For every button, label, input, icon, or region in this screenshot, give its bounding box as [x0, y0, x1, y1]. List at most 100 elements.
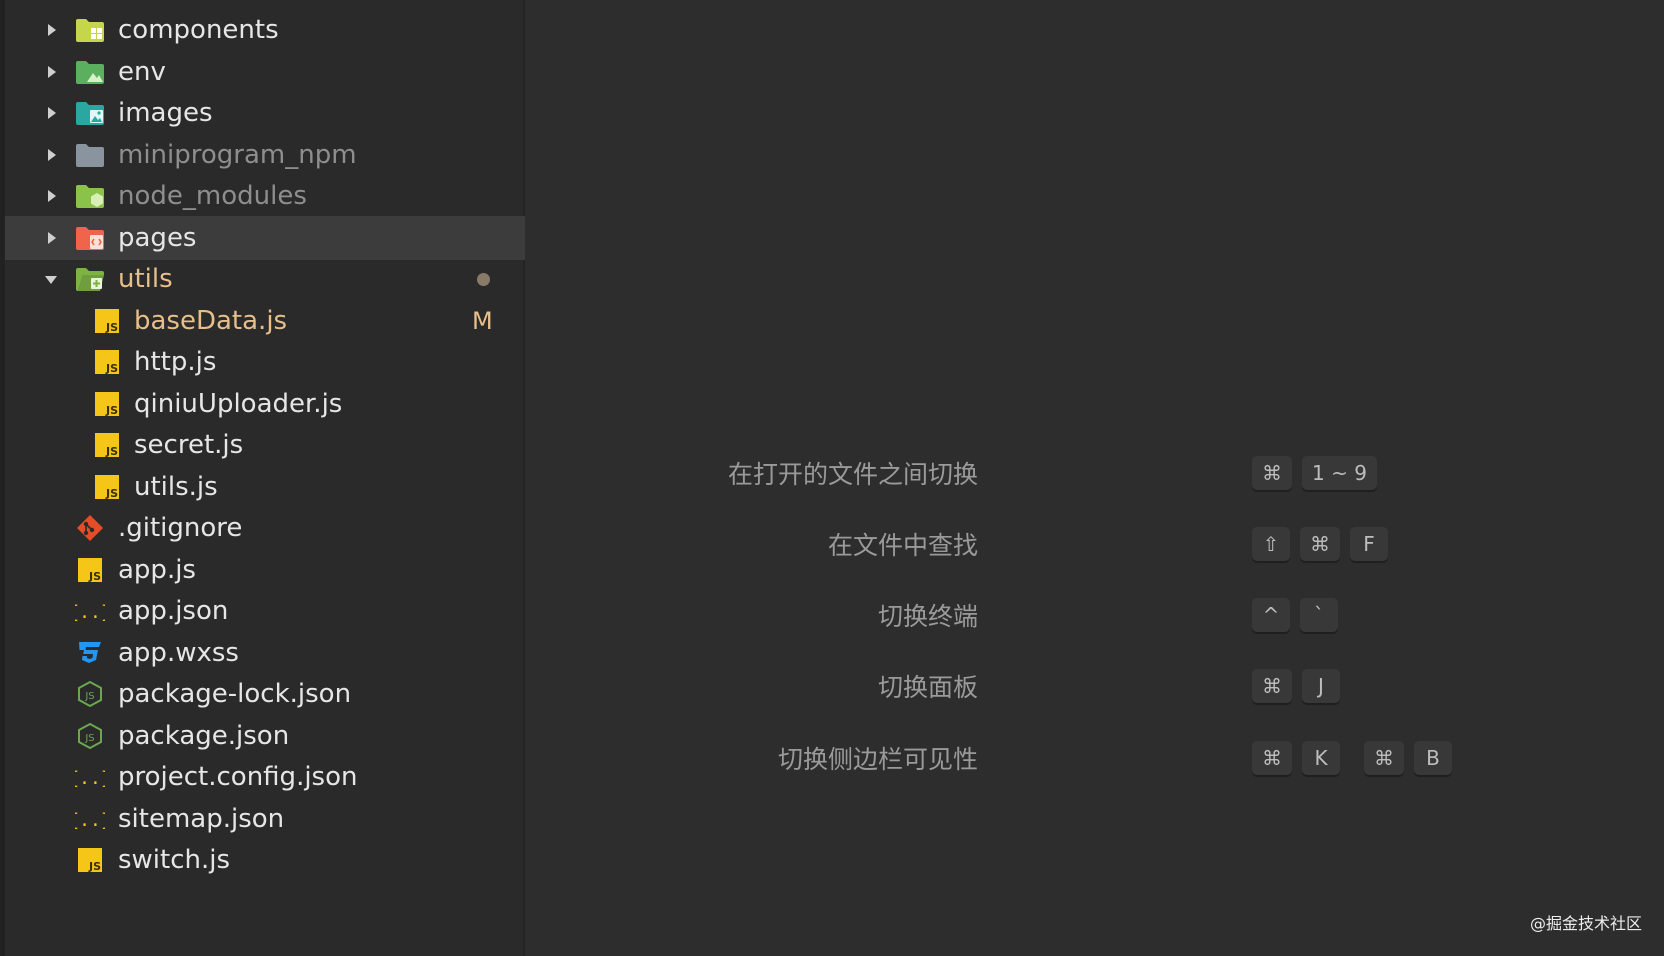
item-label: utils.js	[134, 471, 218, 502]
folder-row[interactable]: components	[5, 8, 525, 52]
item-label: baseData.js	[134, 305, 288, 336]
watermark: @掘金技术社区	[1529, 914, 1642, 933]
keycap: ⇧	[1252, 527, 1290, 561]
file-explorer-sidebar[interactable]: components env images miniprogram_npm node_m…	[5, 0, 525, 956]
item-label: app.wxss	[118, 637, 239, 668]
keycap: ⌘	[1364, 741, 1404, 775]
js-file-icon: JS	[92, 431, 122, 459]
folder-row[interactable]: node_modules	[5, 174, 525, 218]
images-folder-icon	[75, 99, 105, 127]
shortcut-row: 切换面板 ⌘ J	[760, 669, 1500, 709]
pages-folder-icon	[75, 224, 105, 252]
item-label: sitemap.json	[118, 803, 285, 834]
js-file-icon: JS	[92, 307, 122, 335]
item-label: miniprogram_npm	[118, 139, 357, 170]
file-row[interactable]: JS utils.js	[5, 465, 525, 509]
keycap: `	[1300, 598, 1338, 632]
js-file-icon: JS	[75, 556, 105, 584]
file-row[interactable]: app.wxss	[5, 631, 525, 675]
folder-row[interactable]: pages	[5, 215, 525, 260]
js-file-icon: JS	[92, 348, 122, 376]
svg-text:JS: JS	[105, 445, 118, 458]
file-row[interactable]: JS http.js	[5, 340, 525, 384]
svg-text:JS: JS	[84, 691, 94, 702]
chevron-right-icon[interactable]	[48, 148, 56, 161]
json-braces-icon: {..}	[75, 597, 105, 625]
utils-folder-icon	[75, 265, 105, 293]
keycap: B	[1414, 741, 1452, 775]
file-row[interactable]: JS switch.js	[5, 838, 525, 882]
file-row[interactable]: JS app.js	[5, 548, 525, 592]
keycap: ⌘	[1252, 741, 1292, 775]
svg-text:{..}: {..}	[75, 602, 105, 623]
file-row[interactable]: JS baseData.js M	[5, 299, 525, 343]
css-file-icon	[75, 639, 105, 667]
js-file-icon: JS	[92, 390, 122, 418]
file-row[interactable]: JS package-lock.json	[5, 672, 525, 716]
item-label: node_modules	[118, 181, 307, 211]
item-label: secret.js	[134, 430, 244, 460]
chevron-down-icon[interactable]	[45, 276, 57, 284]
file-row[interactable]: .gitignore	[5, 506, 525, 550]
shortcut-label: 切换侧边栏可见性	[777, 745, 978, 774]
key-combo: ⌘ K ⌘ B	[1252, 741, 1462, 775]
keycap: F	[1350, 527, 1388, 561]
item-label: components	[118, 15, 279, 45]
nodejs-icon: JS	[75, 680, 105, 708]
keycap: ⌘	[1300, 527, 1340, 561]
chevron-right-icon[interactable]	[48, 107, 56, 119]
folder-row[interactable]: utils	[5, 257, 525, 301]
file-row[interactable]: JS secret.js	[5, 423, 525, 467]
svg-text:{..}: {..}	[75, 810, 105, 831]
svg-text:JS: JS	[105, 362, 118, 375]
item-label: app.js	[118, 554, 196, 585]
file-row[interactable]: {..} sitemap.json	[5, 797, 525, 841]
components-folder-icon	[75, 16, 105, 44]
svg-text:JS: JS	[105, 321, 118, 334]
item-label: qiniuUploader.js	[134, 388, 343, 419]
file-row[interactable]: {..} project.config.json	[5, 755, 525, 799]
item-label: .gitignore	[118, 513, 243, 543]
svg-text:JS: JS	[88, 860, 101, 873]
keycap: ⌘	[1252, 669, 1292, 703]
env-folder-icon	[75, 58, 105, 86]
keycap: ^	[1252, 598, 1290, 632]
json-braces-icon: {..}	[75, 763, 105, 791]
file-row[interactable]: JS package.json	[5, 714, 525, 758]
git-icon	[75, 514, 105, 542]
shortcut-row: 切换终端 ^ `	[760, 598, 1500, 638]
chevron-right-icon[interactable]	[48, 190, 56, 202]
shortcut-row: 切换侧边栏可见性 ⌘ K ⌘ B	[760, 741, 1500, 781]
file-row[interactable]: JS qiniuUploader.js	[5, 382, 525, 426]
folder-row[interactable]: images	[5, 91, 525, 135]
nodejs-icon: JS	[75, 722, 105, 750]
folder-row[interactable]: miniprogram_npm	[5, 133, 525, 177]
item-label: utils	[118, 264, 173, 294]
file-row[interactable]: {..} app.json	[5, 589, 525, 633]
folder-icon	[75, 141, 105, 169]
svg-text:JS: JS	[105, 487, 118, 500]
item-label: http.js	[134, 347, 217, 377]
item-label: pages	[118, 222, 197, 253]
svg-text:JS: JS	[105, 404, 118, 417]
chevron-right-icon[interactable]	[48, 65, 56, 78]
item-label: project.config.json	[118, 762, 358, 792]
item-label: switch.js	[118, 845, 231, 875]
chevron-right-icon[interactable]	[48, 24, 56, 36]
git-modified-dot	[477, 273, 490, 286]
key-combo: ^ `	[1252, 598, 1348, 632]
js-file-icon: JS	[75, 846, 105, 874]
item-label: env	[118, 56, 166, 87]
shortcut-row: 在打开的文件之间切换 ⌘ 1 ~ 9	[728, 456, 1500, 496]
keycap: ⌘	[1252, 456, 1292, 490]
folder-row[interactable]: env	[5, 50, 525, 94]
key-combo: ⌘ 1 ~ 9	[1252, 456, 1387, 490]
item-label: app.json	[118, 596, 229, 626]
chevron-right-icon[interactable]	[48, 231, 56, 244]
shortcut-label: 切换面板	[877, 673, 978, 702]
svg-text:JS: JS	[88, 570, 101, 583]
js-file-icon: JS	[92, 473, 122, 501]
key-combo: ⇧ ⌘ F	[1252, 527, 1398, 561]
keycap: 1 ~ 9	[1302, 456, 1377, 490]
keycap: J	[1302, 669, 1340, 703]
